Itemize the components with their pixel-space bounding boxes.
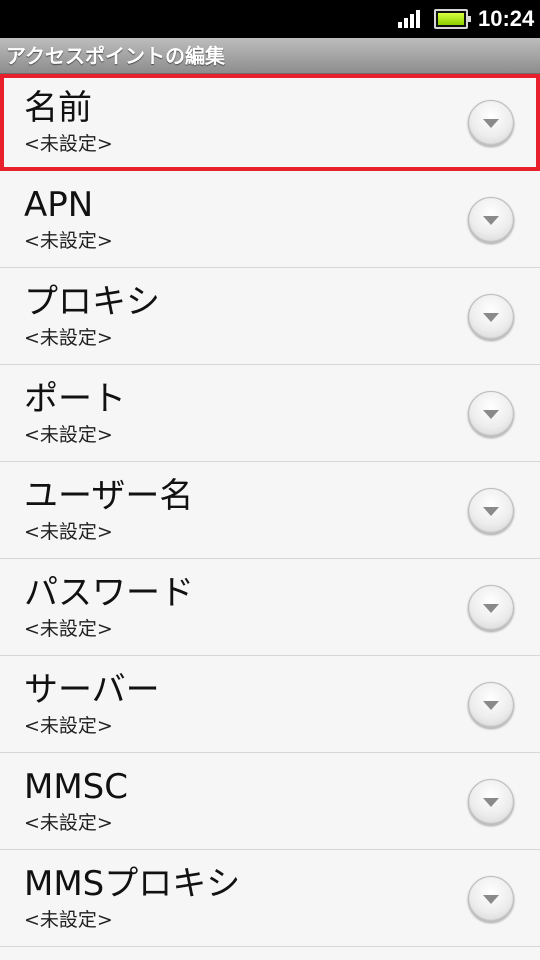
list-item-apn[interactable]: APN <未設定> bbox=[0, 171, 540, 268]
list-item-label: MMSプロキシ bbox=[24, 864, 241, 904]
dropdown-button[interactable] bbox=[468, 585, 514, 631]
dropdown-button[interactable] bbox=[468, 876, 514, 922]
list-item-label: サーバー bbox=[24, 670, 160, 710]
list-item-username[interactable]: ユーザー名 <未設定> bbox=[0, 462, 540, 559]
dropdown-button[interactable] bbox=[468, 682, 514, 728]
list-item-value: <未設定> bbox=[24, 230, 113, 252]
list-item-mmsc[interactable]: MMSC <未設定> bbox=[0, 753, 540, 850]
status-bar: 10:24 bbox=[0, 0, 540, 38]
title-bar: アクセスポイントの編集 bbox=[0, 38, 540, 74]
list-item-value: <未設定> bbox=[24, 812, 113, 834]
chevron-down-icon bbox=[483, 604, 499, 613]
chevron-down-icon bbox=[483, 895, 499, 904]
list-item-label: ポート bbox=[24, 379, 126, 419]
chevron-down-icon bbox=[483, 507, 499, 516]
chevron-down-icon bbox=[483, 216, 499, 225]
dropdown-button[interactable] bbox=[468, 391, 514, 437]
status-time: 10:24 bbox=[478, 6, 535, 31]
dropdown-button[interactable] bbox=[468, 197, 514, 243]
list-item-label: 名前 bbox=[24, 88, 92, 128]
chevron-down-icon bbox=[483, 798, 499, 807]
list-item-label: プロキシ bbox=[24, 282, 160, 322]
list-item-port[interactable]: ポート <未設定> bbox=[0, 365, 540, 462]
list-item-label: パスワード bbox=[24, 573, 194, 613]
list-item-label: APN bbox=[24, 185, 94, 225]
settings-list: 名前 <未設定> APN <未設定> プロキシ <未設定> ポート <未設定> … bbox=[0, 74, 540, 947]
list-item-label: MMSC bbox=[24, 767, 128, 807]
chevron-down-icon bbox=[483, 119, 499, 128]
list-item-value: <未設定> bbox=[24, 909, 113, 931]
signal-bars-icon bbox=[398, 10, 424, 28]
list-item-mms-proxy[interactable]: MMSプロキシ <未設定> bbox=[0, 850, 540, 947]
list-item-name[interactable]: 名前 <未設定> bbox=[0, 74, 540, 171]
list-item-proxy[interactable]: プロキシ <未設定> bbox=[0, 268, 540, 365]
list-item-value: <未設定> bbox=[24, 715, 113, 737]
chevron-down-icon bbox=[483, 313, 499, 322]
page-title: アクセスポイントの編集 bbox=[6, 44, 225, 68]
list-item-value: <未設定> bbox=[24, 424, 113, 446]
list-item-password[interactable]: パスワード <未設定> bbox=[0, 559, 540, 656]
list-item-value: <未設定> bbox=[24, 133, 113, 155]
list-item-label: ユーザー名 bbox=[24, 476, 194, 516]
chevron-down-icon bbox=[483, 410, 499, 419]
chevron-down-icon bbox=[483, 701, 499, 710]
list-item-value: <未設定> bbox=[24, 521, 113, 543]
list-item-value: <未設定> bbox=[24, 618, 113, 640]
dropdown-button[interactable] bbox=[468, 294, 514, 340]
dropdown-button[interactable] bbox=[468, 488, 514, 534]
list-item-value: <未設定> bbox=[24, 327, 113, 349]
battery-icon bbox=[434, 9, 471, 29]
dropdown-button[interactable] bbox=[468, 100, 514, 146]
dropdown-button[interactable] bbox=[468, 779, 514, 825]
list-item-server[interactable]: サーバー <未設定> bbox=[0, 656, 540, 753]
